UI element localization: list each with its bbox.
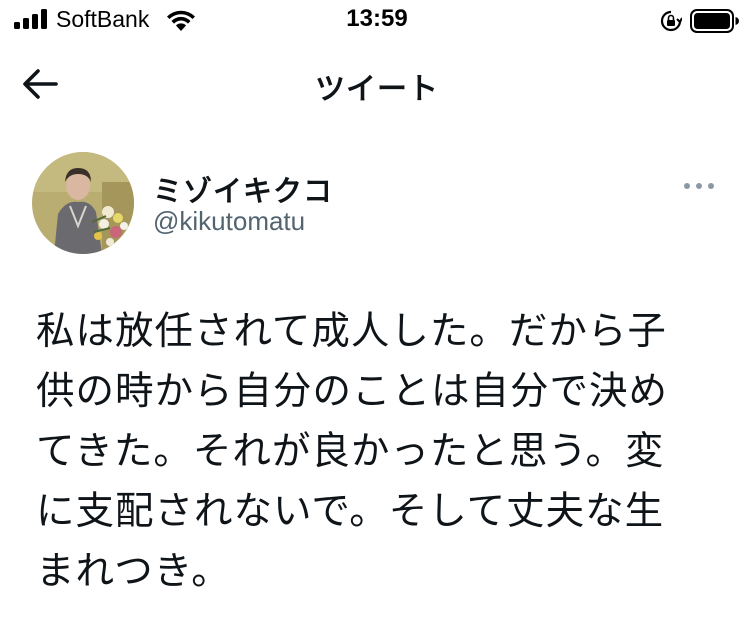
avatar[interactable] bbox=[32, 152, 134, 254]
tweet-text: 私は放任されて成人した。だから子 供の時から自分のことは自分で決め てきた。それ… bbox=[36, 302, 726, 602]
username-handle[interactable]: @kikutomatu bbox=[153, 206, 305, 237]
tweet-text-line: に支配されないで。そして丈夫な生 bbox=[36, 489, 665, 534]
tweet-text-line: 供の時から自分のことは自分で決め bbox=[36, 369, 669, 414]
tweet-text-line: まれつき。 bbox=[36, 549, 231, 594]
status-time: 13:59 bbox=[346, 5, 408, 32]
nav-bar: ツイート bbox=[0, 44, 754, 124]
display-name[interactable]: ミゾイキクコ bbox=[153, 168, 333, 210]
tweet-text-line: てきた。それが良かったと思う。変 bbox=[36, 429, 665, 474]
status-bar: SoftBank 13:59 bbox=[0, 0, 754, 44]
orientation-lock-icon bbox=[660, 10, 682, 32]
page-title: ツイート bbox=[315, 72, 439, 107]
battery-icon bbox=[690, 9, 739, 33]
tweet-text-line: 私は放任されて成人した。だから子 bbox=[36, 309, 667, 354]
more-options-icon[interactable] bbox=[682, 176, 716, 196]
